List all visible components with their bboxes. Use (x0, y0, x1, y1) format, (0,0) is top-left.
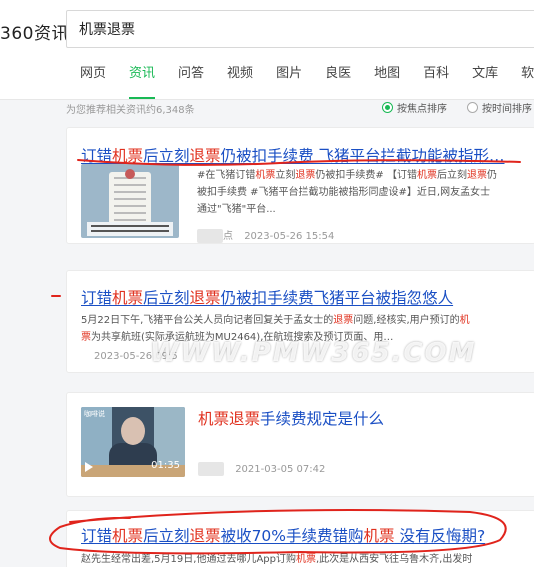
result-meta: 2021-03-05 07:42 (198, 462, 325, 476)
sort-hot-label: 按焦点排序 (397, 104, 447, 115)
sort-by-hot-option[interactable]: 按焦点排序 (382, 100, 447, 115)
screenshot-text-lines (87, 222, 173, 236)
result-title-link[interactable]: 订错机票后立刻退票仍被扣手续费飞猪平台被指忽悠人 (81, 286, 453, 308)
news-result-card: 咖啡说 01:35 机票退票手续费规定是什么 2021-03-05 07:42 (66, 392, 534, 497)
watermark: WWW.PMW365.COM (150, 338, 477, 368)
result-title-link[interactable]: 订错机票后立刻退票被收70%手续费错购机票 没有反悔期? (81, 524, 485, 546)
tab-web[interactable]: 网页 (80, 62, 106, 86)
result-time: 2021-03-05 07:42 (235, 464, 326, 475)
result-meta: 点 2023-05-26 15:54 (197, 227, 334, 243)
tab-qa[interactable]: 问答 (178, 62, 204, 86)
snippet-line: #在飞猪订错机票立刻退票仍被扣手续费# 【订错机票后立刻退票仍 (197, 170, 497, 181)
presenter-head (121, 417, 145, 445)
tab-news[interactable]: 资讯 (129, 62, 156, 99)
result-title-link[interactable]: 机票退票手续费规定是什么 (198, 407, 384, 429)
tab-map[interactable]: 地图 (374, 62, 400, 86)
tabs-divider (0, 99, 534, 100)
avatar (125, 169, 135, 179)
tab-video[interactable]: 视频 (227, 62, 253, 86)
search-box[interactable] (66, 10, 534, 48)
blurred-source (198, 462, 224, 476)
news-result-card: 订错机票后立刻退票被收70%手续费错购机票 没有反悔期? 赵先生经常出差,5月1… (66, 510, 534, 567)
header: 360资讯 网页 资讯 问答 视频 图片 良医 地图 百科 文库 软件 (0, 0, 534, 100)
snippet-line: 赵先生经常出差,5月19日,他通过去哪儿App订购机票,此次是从西安飞往乌鲁木齐… (81, 554, 473, 565)
blurred-source (197, 229, 223, 243)
tab-wenku[interactable]: 文库 (472, 62, 498, 86)
sort-by-time-option[interactable]: 按时间排序 (467, 100, 532, 115)
news-result-card: 订错机票后立刻退票仍被扣手续费 飞猪平台拦截功能被指形… #在飞猪订错机票立刻退… (66, 127, 534, 244)
result-time: 2023-05-26 15:54 (244, 231, 335, 242)
snippet-line: 5月22日下午,飞猪平台公关人员向记者回复关于孟女士的退票问题,经核实,用户预订… (81, 315, 470, 326)
result-count: 为您推荐相关资讯约6,348条 (66, 105, 195, 116)
play-icon[interactable] (85, 462, 93, 472)
result-thumbnail[interactable] (81, 164, 179, 238)
snippet-line: 被扣手续费 #飞猪平台拦截功能被指形同虚设#】近日,网友孟女士 (197, 187, 491, 198)
radio-selected-icon[interactable] (382, 102, 393, 113)
radio-empty-icon[interactable] (467, 102, 478, 113)
tab-doctor[interactable]: 良医 (325, 62, 351, 86)
nav-tabs: 网页 资讯 问答 视频 图片 良医 地图 百科 文库 软件 (80, 62, 534, 99)
tab-software[interactable]: 软件 (521, 62, 534, 86)
snippet-line: 通过"飞猪"平台... (197, 204, 276, 215)
result-snippet: #在飞猪订错机票立刻退票仍被扣手续费# 【订错机票后立刻退票仍 被扣手续费 #飞… (197, 167, 533, 218)
search-input[interactable] (79, 19, 519, 39)
source-tail: 点 (223, 231, 233, 242)
result-title-link[interactable]: 订错机票后立刻退票仍被扣手续费 飞猪平台拦截功能被指形… (81, 144, 505, 166)
video-thumbnail[interactable]: 咖啡说 01:35 (81, 407, 185, 477)
sort-time-label: 按时间排序 (482, 104, 532, 115)
video-duration: 01:35 (151, 460, 180, 471)
tab-baike[interactable]: 百科 (423, 62, 449, 86)
result-snippet: 赵先生经常出差,5月19日,他通过去哪儿App订购机票,此次是从西安飞往乌鲁木齐… (81, 551, 534, 567)
logo[interactable]: 360资讯 (0, 19, 69, 44)
video-brand: 咖啡说 (84, 410, 105, 418)
tab-images[interactable]: 图片 (276, 62, 302, 86)
